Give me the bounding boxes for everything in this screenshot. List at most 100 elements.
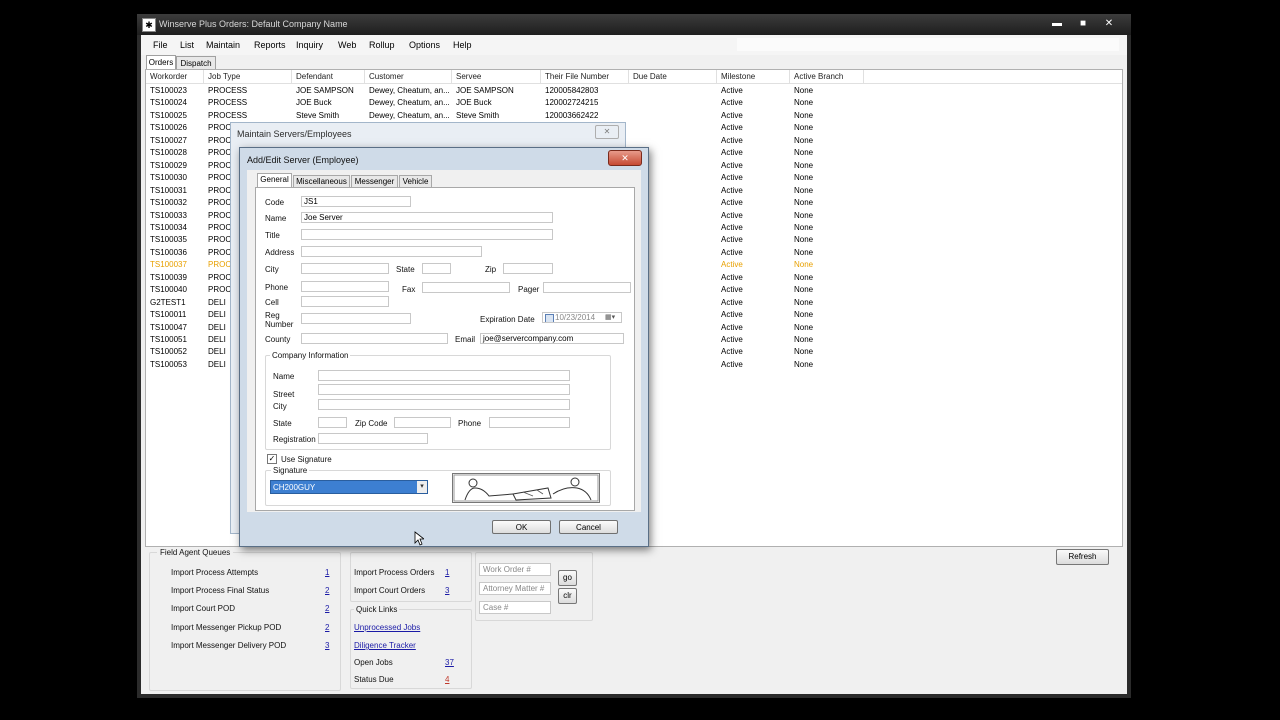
cell-job-type: PROCESS <box>208 86 248 95</box>
clear-button[interactable]: clr <box>558 588 577 604</box>
cell-branch: None <box>794 297 814 307</box>
email-field[interactable]: joe@servercompany.com <box>480 333 624 344</box>
menu-help[interactable]: Help <box>453 40 472 50</box>
queue-item-count[interactable]: 2 <box>325 623 329 632</box>
cell-milestone: Active <box>721 210 743 220</box>
column-header-servee[interactable]: Servee <box>452 70 541 83</box>
cell-file-number: 120003662422 <box>545 110 599 120</box>
case-number-input[interactable]: Case # <box>479 601 551 614</box>
column-header-file-number[interactable]: Their File Number <box>541 70 629 83</box>
refresh-button[interactable]: Refresh <box>1056 549 1109 565</box>
diligence-tracker-link[interactable]: Diligence Tracker <box>354 641 416 650</box>
fax-field[interactable] <box>422 282 510 293</box>
cell-field[interactable] <box>301 296 389 307</box>
tab-orders[interactable]: Orders <box>146 55 176 70</box>
cell-branch: None <box>794 322 814 332</box>
ok-button[interactable]: OK <box>492 520 551 534</box>
pager-label: Pager <box>518 285 540 294</box>
company-state-field[interactable] <box>318 417 347 428</box>
city-field[interactable] <box>301 263 389 274</box>
cell-workorder: TS100037 <box>150 260 187 270</box>
column-header-workorder[interactable]: Workorder <box>146 70 204 83</box>
column-header-customer[interactable]: Customer <box>365 70 452 83</box>
company-zip-field[interactable] <box>394 417 451 428</box>
table-row[interactable]: TS100024 PROCESS JOE Buck Dewey, Cheatum, a… <box>146 97 1106 109</box>
menu-rollup[interactable]: Rollup <box>369 40 395 50</box>
cell-milestone: Active <box>721 335 743 344</box>
pager-field[interactable] <box>543 282 631 293</box>
maintain-servers-close-button[interactable]: ✕ <box>595 125 619 139</box>
title-field[interactable] <box>301 229 553 240</box>
queue-item-count[interactable]: 2 <box>325 604 329 613</box>
table-row[interactable]: TS100023 PROCESS JOE SAMPSON Dewey, Cheatum… <box>146 85 1106 97</box>
menu-maintain[interactable]: Maintain <box>206 40 240 50</box>
chevron-down-icon[interactable]: ▾ <box>417 481 427 493</box>
address-field[interactable] <box>301 246 482 257</box>
county-field[interactable] <box>301 333 448 344</box>
cell-branch: None <box>794 222 814 232</box>
queue-item-count[interactable]: 1 <box>325 568 329 577</box>
close-button[interactable]: ✕ <box>1098 16 1120 32</box>
company-name-field[interactable] <box>318 370 570 381</box>
maximize-button[interactable]: ■ <box>1072 16 1094 32</box>
code-field[interactable]: JS1 <box>301 196 411 207</box>
registration-field[interactable] <box>318 433 428 444</box>
reg-number-field[interactable] <box>301 313 411 324</box>
state-field[interactable] <box>422 263 451 274</box>
queue-item-label: Import Court POD <box>171 604 236 614</box>
column-header-job-type[interactable]: Job Type <box>204 70 292 83</box>
company-city-field[interactable] <box>318 399 570 410</box>
tab-general[interactable]: General <box>257 173 292 188</box>
cell-servee: JOE SAMPSON <box>456 86 514 95</box>
city-label: City <box>265 265 279 274</box>
company-street-field[interactable] <box>318 384 570 395</box>
signature-select[interactable]: CH200GUY ▾ <box>270 480 428 494</box>
menu-web[interactable]: Web <box>338 40 356 50</box>
menu-list[interactable]: List <box>180 40 194 50</box>
column-header-active-branch[interactable]: Active Branch <box>790 70 864 83</box>
open-jobs-label: Open Jobs <box>354 658 393 667</box>
cell-branch: None <box>794 135 814 145</box>
company-phone-field[interactable] <box>489 417 570 428</box>
cell-workorder: TS100039 <box>150 272 187 282</box>
phone-field[interactable] <box>301 281 389 292</box>
zip-field[interactable] <box>503 263 553 274</box>
unprocessed-jobs-link[interactable]: Unprocessed Jobs <box>354 623 420 632</box>
cell-defendant: Steve Smith <box>296 110 340 120</box>
cell-job-type: PROC <box>208 260 232 270</box>
import-queue-count[interactable]: 1 <box>445 568 449 577</box>
dialog-close-button[interactable]: ✕ <box>608 150 642 166</box>
minimize-button[interactable]: ▬ <box>1046 16 1068 32</box>
work-order-input[interactable]: Work Order # <box>479 563 551 576</box>
queue-item-count[interactable]: 3 <box>325 641 329 650</box>
column-header-defendant[interactable]: Defendant <box>292 70 365 83</box>
table-row[interactable]: TS100025 PROCESS Steve Smith Dewey, Cheatum… <box>146 110 1106 122</box>
cell-milestone: Active <box>721 322 743 332</box>
signature-select-value: CH200GUY <box>273 483 316 492</box>
go-button[interactable]: go <box>558 570 577 586</box>
column-header-due-date[interactable]: Due Date <box>629 70 717 83</box>
state-label: State <box>396 265 415 274</box>
status-due-count[interactable]: 4 <box>445 675 449 684</box>
open-jobs-count[interactable]: 37 <box>445 658 454 667</box>
menu-options[interactable]: Options <box>409 40 440 50</box>
expiration-checkbox[interactable] <box>545 314 554 322</box>
menu-reports[interactable]: Reports <box>254 40 286 50</box>
company-phone-label: Phone <box>458 419 482 428</box>
cell-branch: None <box>794 310 814 320</box>
menu-inquiry[interactable]: Inquiry <box>296 40 323 50</box>
calendar-dropdown-icon[interactable]: ▦▾ <box>605 313 615 322</box>
menu-file[interactable]: File <box>153 40 168 50</box>
cancel-button[interactable]: Cancel <box>559 520 618 534</box>
use-signature-checkbox[interactable]: ✓ <box>267 454 277 464</box>
column-header-milestone[interactable]: Milestone <box>717 70 790 83</box>
name-field[interactable]: Joe Server <box>301 212 553 223</box>
cell-workorder: TS100030 <box>150 173 187 183</box>
cell-job-type: PROC <box>208 135 232 145</box>
tab-dispatch[interactable]: Dispatch <box>176 56 216 70</box>
import-queue-count[interactable]: 3 <box>445 586 449 595</box>
queue-item-count[interactable]: 2 <box>325 586 329 595</box>
expiration-date-field[interactable]: 10/23/2014 ▦▾ <box>542 312 622 323</box>
attorney-matter-input[interactable]: Attorney Matter # <box>479 582 551 595</box>
cell-job-type: PROC <box>208 247 232 257</box>
